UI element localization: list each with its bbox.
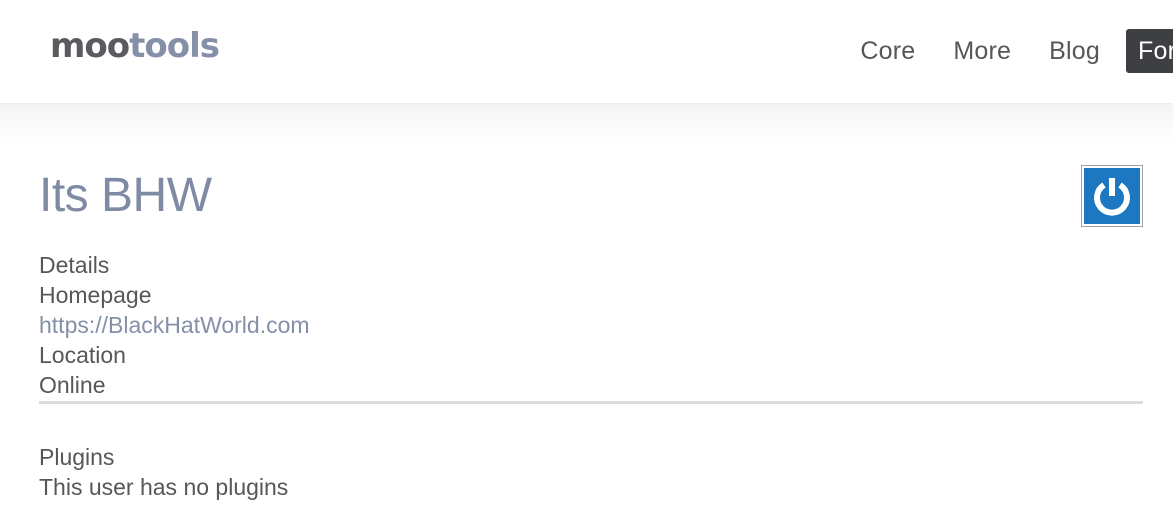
page-title: Its BHW [39, 169, 212, 222]
plugins-heading: Plugins [39, 444, 115, 470]
main-nav: Core More Blog Forge [860, 29, 1173, 73]
section-divider [39, 401, 1143, 404]
location-label: Location [39, 342, 126, 368]
header-shadow-band [0, 103, 1173, 143]
homepage-label: Homepage [39, 282, 152, 308]
mootools-logo[interactable]: mootools [50, 24, 220, 68]
profile-details: Details Homepage https://BlackHatWorld.c… [39, 250, 1143, 400]
site-header: mootools Core More Blog Forge [0, 0, 1173, 103]
profile-main: Its BHW Details Homepage https://BlackHa… [39, 160, 1143, 502]
avatar [1081, 165, 1143, 227]
details-heading: Details [39, 252, 110, 278]
logo-text-dark: moo [50, 26, 130, 66]
nav-core[interactable]: Core [860, 29, 915, 73]
homepage-link[interactable]: https://BlackHatWorld.com [39, 310, 1143, 340]
nav-blog[interactable]: Blog [1049, 29, 1100, 73]
avatar-background [1084, 168, 1140, 224]
power-icon [1094, 178, 1130, 216]
logo-text: mootools [50, 24, 220, 68]
nav-forge[interactable]: Forge [1126, 29, 1173, 73]
location-value: Online [39, 372, 106, 398]
plugins-empty-message: This user has no plugins [39, 474, 289, 500]
plugins-section: Plugins This user has no plugins [39, 442, 1143, 502]
nav-more[interactable]: More [953, 29, 1011, 73]
logo-text-light: tools [129, 26, 220, 66]
